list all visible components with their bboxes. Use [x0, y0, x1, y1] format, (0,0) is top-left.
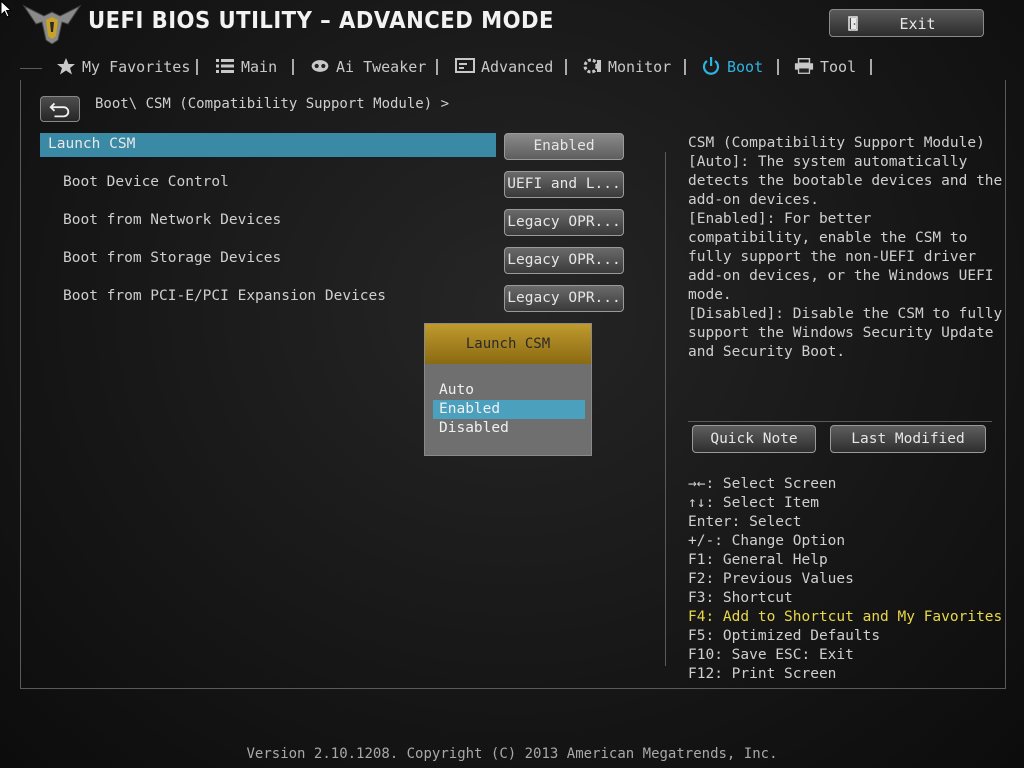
tab-my-favorites[interactable]: My Favorites [56, 57, 190, 79]
tab-bar: My Favorites Main Ai Tweaker Advanced Mo… [20, 55, 1005, 81]
key-hint: F5: Optimized Defaults [688, 628, 881, 644]
setting-label-boot-storage[interactable]: Boot from Storage Devices [63, 250, 281, 266]
tab-ai-tweaker[interactable]: Ai Tweaker [310, 57, 426, 79]
help-text: CSM (Compatibility Support Module) [Auto… [688, 134, 1003, 362]
popup-title: Launch CSM [425, 324, 591, 364]
popup-option-auto[interactable]: Auto [433, 381, 585, 400]
key-hint: Enter: Select [688, 514, 802, 530]
tab-separator [565, 59, 567, 75]
setting-label-boot-network[interactable]: Boot from Network Devices [63, 212, 281, 228]
help-line: detects the bootable devices and the [688, 173, 1003, 189]
key-hint: F10: Save ESC: Exit [688, 647, 854, 663]
tab-separator [196, 59, 198, 75]
tab-separator [292, 59, 294, 75]
help-line: and Security Boot. [688, 344, 846, 360]
help-line: [Disabled]: Disable the CSM to fully [688, 306, 1003, 322]
printer-icon [794, 58, 814, 74]
tab-label: Tool [820, 58, 857, 76]
tab-label: My Favorites [82, 58, 191, 76]
boot-network-value-button[interactable]: Legacy OPR... [504, 209, 624, 236]
tab-advanced[interactable]: Advanced [455, 57, 553, 79]
help-line: CSM (Compatibility Support Module) [688, 135, 985, 151]
breadcrumb: Boot\ CSM (Compatibility Support Module)… [95, 96, 450, 112]
tab-label: Advanced [481, 58, 554, 76]
list-icon [216, 59, 234, 73]
help-line: support the Windows Security Update [688, 325, 994, 341]
key-hint: F2: Previous Values [688, 571, 854, 587]
help-line: fully support the non-UEFI driver [688, 249, 977, 265]
boot-pcie-value-button[interactable]: Legacy OPR... [504, 285, 624, 312]
header: UEFI BIOS UTILITY – ADVANCED MODE Exit [0, 0, 1024, 50]
help-line: mode. [688, 287, 732, 303]
popup-option-enabled[interactable]: Enabled [433, 400, 585, 419]
horizontal-divider [688, 421, 992, 422]
advanced-icon [455, 58, 475, 73]
back-arrow-icon [49, 102, 70, 118]
tab-tool[interactable]: Tool [794, 57, 856, 79]
launch-csm-value-button[interactable]: Enabled [504, 133, 624, 160]
tab-monitor[interactable]: Monitor [582, 57, 671, 79]
tweaker-icon [311, 60, 329, 72]
key-hint-highlighted: F4: Add to Shortcut and My Favorites [688, 609, 1003, 625]
vertical-divider [665, 152, 666, 666]
quick-note-button[interactable]: Quick Note [692, 425, 816, 453]
setting-label-launch-csm[interactable]: Launch CSM [48, 136, 135, 152]
tab-label: Main [241, 58, 278, 76]
tab-separator [777, 59, 779, 75]
key-hint: +/-: Change Option [688, 533, 846, 549]
exit-label: Exit [899, 15, 936, 33]
launch-csm-popup: Launch CSM Auto Enabled Disabled [424, 323, 592, 456]
tab-main[interactable]: Main [215, 57, 277, 79]
tab-separator [870, 59, 872, 75]
back-button[interactable] [40, 96, 80, 122]
setting-label-boot-pcie[interactable]: Boot from PCI-E/PCI Expansion Devices [63, 288, 386, 304]
setting-label-boot-device-control[interactable]: Boot Device Control [63, 174, 229, 190]
help-line: [Auto]: The system automatically [688, 154, 968, 170]
key-hint: F1: General Help [688, 552, 828, 568]
key-hint: F3: Shortcut [688, 590, 793, 606]
help-line: add-on devices, or the Windows UEFI [688, 268, 994, 284]
key-hint: →←: Select Screen [688, 476, 837, 492]
help-line: add-on devices. [688, 192, 819, 208]
popup-option-disabled[interactable]: Disabled [433, 419, 585, 438]
power-icon [702, 57, 720, 75]
help-line: [Enabled]: For better [688, 211, 872, 227]
tab-label: Boot [727, 58, 764, 76]
footer-version: Version 2.10.1208. Copyright (C) 2013 Am… [246, 746, 778, 762]
key-hint: F12: Print Screen [688, 666, 837, 682]
key-legend: →←: Select Screen ↑↓: Select Item Enter:… [688, 475, 1002, 684]
boot-storage-value-button[interactable]: Legacy OPR... [504, 247, 624, 274]
tab-separator [684, 59, 686, 75]
tab-separator [436, 59, 438, 75]
last-modified-button[interactable]: Last Modified [830, 425, 986, 453]
star-icon [57, 58, 75, 75]
help-line: compatibility, enable the CSM to [688, 230, 968, 246]
tab-boot[interactable]: Boot [701, 57, 763, 79]
page-title: UEFI BIOS UTILITY – ADVANCED MODE [88, 8, 554, 34]
exit-button[interactable]: Exit [829, 9, 984, 37]
key-hint: ↑↓: Select Item [688, 495, 819, 511]
boot-device-control-value-button[interactable]: UEFI and L... [504, 171, 624, 198]
monitor-icon [583, 58, 601, 74]
tab-label: Ai Tweaker [336, 58, 427, 76]
tuf-logo-icon [22, 4, 82, 44]
tab-label: Monitor [608, 58, 672, 76]
